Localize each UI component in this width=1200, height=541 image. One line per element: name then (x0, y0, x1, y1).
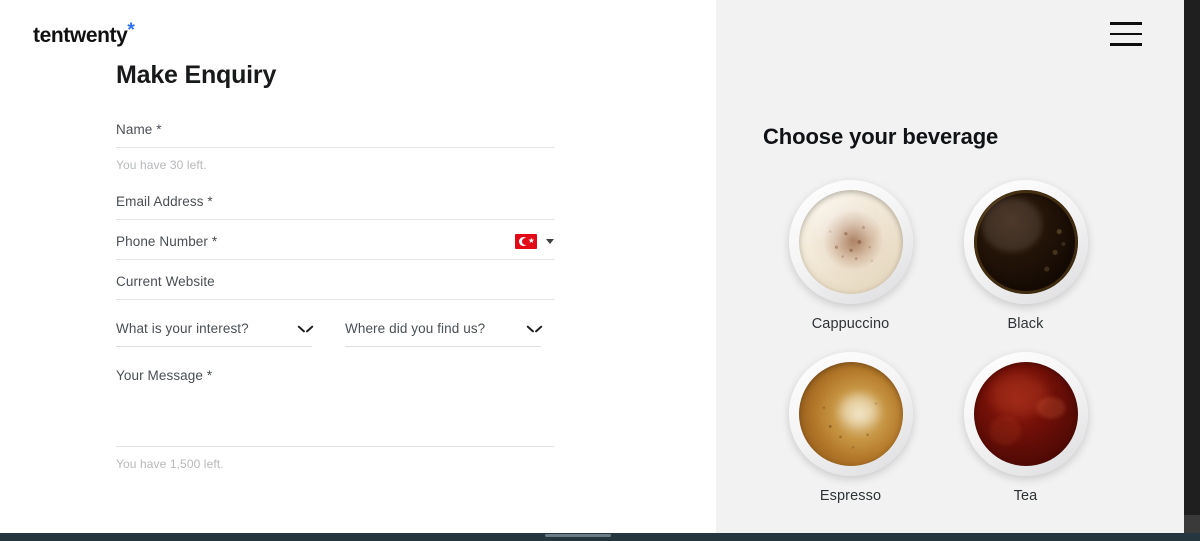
window-corner-block (1184, 515, 1200, 533)
chevron-down-icon (299, 325, 312, 333)
page-root: tentwenty* Make Enquiry Name * You have … (0, 0, 1200, 541)
turkey-flag-icon (515, 234, 537, 249)
brand-logo[interactable]: tentwenty* (33, 21, 135, 48)
website-field[interactable]: Current Website (116, 273, 554, 300)
name-field[interactable]: Name * (116, 121, 554, 148)
chevron-down-icon (546, 239, 554, 244)
beverage-grid: Cappuccino Black Espresso Tea (763, 180, 1143, 504)
espresso-cup-image (788, 352, 913, 476)
window-right-edge (1184, 0, 1200, 533)
beverage-heading: Choose your beverage (763, 124, 999, 149)
beverage-option-tea[interactable]: Tea (938, 352, 1113, 504)
interest-select-label: What is your interest? (116, 321, 249, 336)
name-field-label: Name * (116, 122, 162, 137)
hamburger-menu-icon[interactable] (1110, 22, 1142, 46)
phone-field[interactable]: Phone Number * (116, 233, 554, 260)
message-field[interactable]: Your Message * (116, 368, 554, 447)
beverage-option-black[interactable]: Black (938, 180, 1113, 332)
cappuccino-cup-image (788, 180, 913, 304)
brand-logo-text: tentwenty (33, 24, 128, 47)
chevron-down-icon (528, 325, 541, 333)
horizontal-scrollbar[interactable] (0, 533, 1200, 541)
website-field-label: Current Website (116, 274, 215, 289)
enquiry-panel: tentwenty* Make Enquiry Name * You have … (0, 0, 716, 533)
beverage-label: Tea (1013, 488, 1038, 504)
brand-asterisk-icon: * (127, 20, 135, 41)
tea-cup-image (963, 352, 1088, 476)
phone-field-label: Phone Number * (116, 234, 218, 249)
beverage-label: Cappuccino (811, 316, 890, 332)
email-field-label: Email Address * (116, 194, 213, 209)
scrollbar-thumb[interactable] (545, 534, 611, 537)
enquiry-form: Make Enquiry Name * You have 30 left. Em… (116, 58, 554, 471)
beverage-label: Black (1007, 316, 1044, 332)
referral-select[interactable]: Where did you find us? (345, 321, 541, 347)
select-row: What is your interest? Where did you fin… (116, 321, 554, 347)
beverage-label: Espresso (819, 488, 882, 504)
beverage-option-espresso[interactable]: Espresso (763, 352, 938, 504)
message-field-label: Your Message * (116, 368, 213, 383)
country-code-selector[interactable] (515, 234, 554, 249)
beverage-panel: Choose your beverage Cappuccino Black Es… (716, 0, 1184, 533)
page-title: Make Enquiry (116, 61, 277, 89)
referral-select-label: Where did you find us? (345, 321, 486, 336)
beverage-option-cappuccino[interactable]: Cappuccino (763, 180, 938, 332)
message-char-counter: You have 1,500 left. (116, 457, 224, 471)
name-char-counter: You have 30 left. (116, 158, 207, 172)
email-field[interactable]: Email Address * (116, 193, 554, 220)
interest-select[interactable]: What is your interest? (116, 321, 312, 347)
black-coffee-cup-image (963, 180, 1088, 304)
